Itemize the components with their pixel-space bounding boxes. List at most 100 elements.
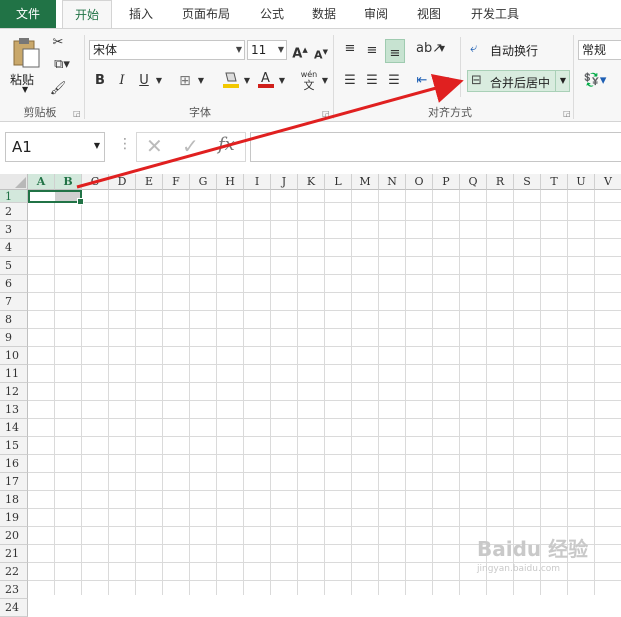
tab-4[interactable]: 公式 — [250, 0, 294, 28]
confirm-entry-icon[interactable]: ✓ — [182, 134, 199, 158]
column-header-E[interactable]: E — [136, 174, 163, 190]
column-header-L[interactable]: L — [325, 174, 352, 190]
border-dropdown-icon[interactable]: ▼ — [196, 71, 206, 91]
row-header-16[interactable]: 16 — [0, 455, 28, 473]
font-color-icon[interactable]: A — [255, 69, 277, 89]
row-header-24[interactable]: 24 — [0, 599, 28, 617]
row-header-3[interactable]: 3 — [0, 221, 28, 239]
tab-2[interactable]: 插入 — [117, 0, 165, 28]
align-top-icon[interactable]: ≡ — [342, 39, 358, 59]
row-header-5[interactable]: 5 — [0, 257, 28, 275]
fill-handle[interactable] — [77, 198, 84, 205]
tab-5[interactable]: 数据 — [300, 0, 348, 28]
italic-button[interactable]: I — [114, 71, 130, 91]
cut-icon[interactable]: ✂ — [48, 33, 68, 53]
column-header-B[interactable]: B — [55, 174, 82, 190]
paste-dropdown-icon[interactable]: ▼ — [22, 85, 28, 94]
bold-button[interactable]: B — [92, 71, 108, 91]
column-header-G[interactable]: G — [190, 174, 217, 190]
number-format-select[interactable]: 常规 — [578, 40, 621, 60]
active-cell-a1[interactable] — [30, 192, 55, 201]
column-header-R[interactable]: R — [487, 174, 514, 190]
underline-button[interactable]: U — [136, 71, 152, 91]
row-header-21[interactable]: 21 — [0, 545, 28, 563]
row-header-4[interactable]: 4 — [0, 239, 28, 257]
fill-dropdown-icon[interactable]: ▼ — [242, 71, 252, 91]
font-size-select[interactable]: 11 ▼ — [247, 40, 287, 60]
column-header-S[interactable]: S — [514, 174, 541, 190]
insert-function-icon[interactable]: fx — [218, 134, 235, 155]
row-header-9[interactable]: 9 — [0, 329, 28, 347]
decrease-indent-icon[interactable]: ⇤ — [414, 71, 430, 91]
alignment-launcher-icon[interactable]: ◲ — [563, 109, 571, 118]
tab-6[interactable]: 审阅 — [352, 0, 400, 28]
phonetic-button[interactable]: wén 文 — [298, 69, 320, 95]
increase-indent-icon[interactable]: ⇥ — [436, 71, 452, 91]
shrink-font-button[interactable]: A▼ — [313, 42, 329, 62]
column-header-A[interactable]: A — [28, 174, 55, 190]
grow-font-button[interactable]: A▲ — [292, 40, 308, 61]
column-header-F[interactable]: F — [163, 174, 190, 190]
cancel-entry-icon[interactable]: ✕ — [146, 134, 163, 158]
row-header-7[interactable]: 7 — [0, 293, 28, 311]
column-header-J[interactable]: J — [271, 174, 298, 190]
row-header-22[interactable]: 22 — [0, 563, 28, 581]
align-left-icon[interactable]: ☰ — [342, 71, 358, 91]
selected-range[interactable] — [28, 190, 84, 205]
row-header-18[interactable]: 18 — [0, 491, 28, 509]
merge-dropdown-icon[interactable]: ▼ — [555, 71, 570, 91]
row-header-10[interactable]: 10 — [0, 347, 28, 365]
column-header-N[interactable]: N — [379, 174, 406, 190]
column-header-I[interactable]: I — [244, 174, 271, 190]
row-header-17[interactable]: 17 — [0, 473, 28, 491]
tab-3[interactable]: 页面布局 — [170, 0, 242, 28]
orientation-dropdown-icon[interactable]: ▼ — [437, 39, 447, 59]
row-header-12[interactable]: 12 — [0, 383, 28, 401]
column-header-D[interactable]: D — [109, 174, 136, 190]
row-header-2[interactable]: 2 — [0, 203, 28, 221]
column-header-C[interactable]: C — [82, 174, 109, 190]
row-header-8[interactable]: 8 — [0, 311, 28, 329]
select-all-corner[interactable] — [0, 174, 28, 190]
border-icon[interactable]: ⊞ — [176, 71, 194, 91]
font-color-dropdown-icon[interactable]: ▼ — [277, 71, 287, 91]
copy-icon[interactable]: ⧉▾ — [48, 55, 76, 75]
align-bottom-icon[interactable]: ≡ — [385, 39, 405, 63]
row-header-6[interactable]: 6 — [0, 275, 28, 293]
tab-7[interactable]: 视图 — [405, 0, 453, 28]
align-right-icon[interactable]: ☰ — [386, 71, 402, 91]
merge-center-button[interactable]: ⊟ 合并后居中 ▼ — [467, 70, 570, 92]
column-header-V[interactable]: V — [595, 174, 621, 190]
row-header-14[interactable]: 14 — [0, 419, 28, 437]
column-header-H[interactable]: H — [217, 174, 244, 190]
column-header-U[interactable]: U — [568, 174, 595, 190]
fill-color-icon[interactable] — [220, 69, 242, 89]
column-header-P[interactable]: P — [433, 174, 460, 190]
row-header-20[interactable]: 20 — [0, 527, 28, 545]
clipboard-launcher-icon[interactable]: ◲ — [73, 109, 81, 118]
tab-8[interactable]: 开发工具 — [458, 0, 532, 28]
tab-0[interactable]: 文件 — [0, 0, 56, 28]
column-header-M[interactable]: M — [352, 174, 379, 190]
column-header-O[interactable]: O — [406, 174, 433, 190]
orientation-icon[interactable]: ab↗ — [416, 39, 443, 59]
tab-1[interactable]: 开始 — [62, 0, 112, 29]
name-box[interactable]: A1 ▼ — [5, 132, 105, 162]
column-header-K[interactable]: K — [298, 174, 325, 190]
phonetic-dropdown-icon[interactable]: ▼ — [320, 71, 330, 91]
column-header-Q[interactable]: Q — [460, 174, 487, 190]
row-header-15[interactable]: 15 — [0, 437, 28, 455]
align-center-icon[interactable]: ☰ — [364, 71, 380, 91]
worksheet-grid[interactable] — [0, 174, 621, 595]
font-name-select[interactable]: 宋体 ▼ — [89, 40, 245, 60]
currency-icon[interactable]: 💱▾ — [580, 71, 610, 91]
font-launcher-icon[interactable]: ◲ — [322, 109, 330, 118]
paste-button[interactable]: 粘贴 ▼ — [8, 33, 44, 94]
align-middle-icon[interactable]: ≡ — [364, 41, 380, 61]
row-header-1[interactable]: 1 — [0, 190, 28, 203]
row-header-23[interactable]: 23 — [0, 581, 28, 599]
row-header-13[interactable]: 13 — [0, 401, 28, 419]
row-header-11[interactable]: 11 — [0, 365, 28, 383]
row-header-19[interactable]: 19 — [0, 509, 28, 527]
format-painter-icon[interactable]: 🖌 — [48, 79, 68, 99]
